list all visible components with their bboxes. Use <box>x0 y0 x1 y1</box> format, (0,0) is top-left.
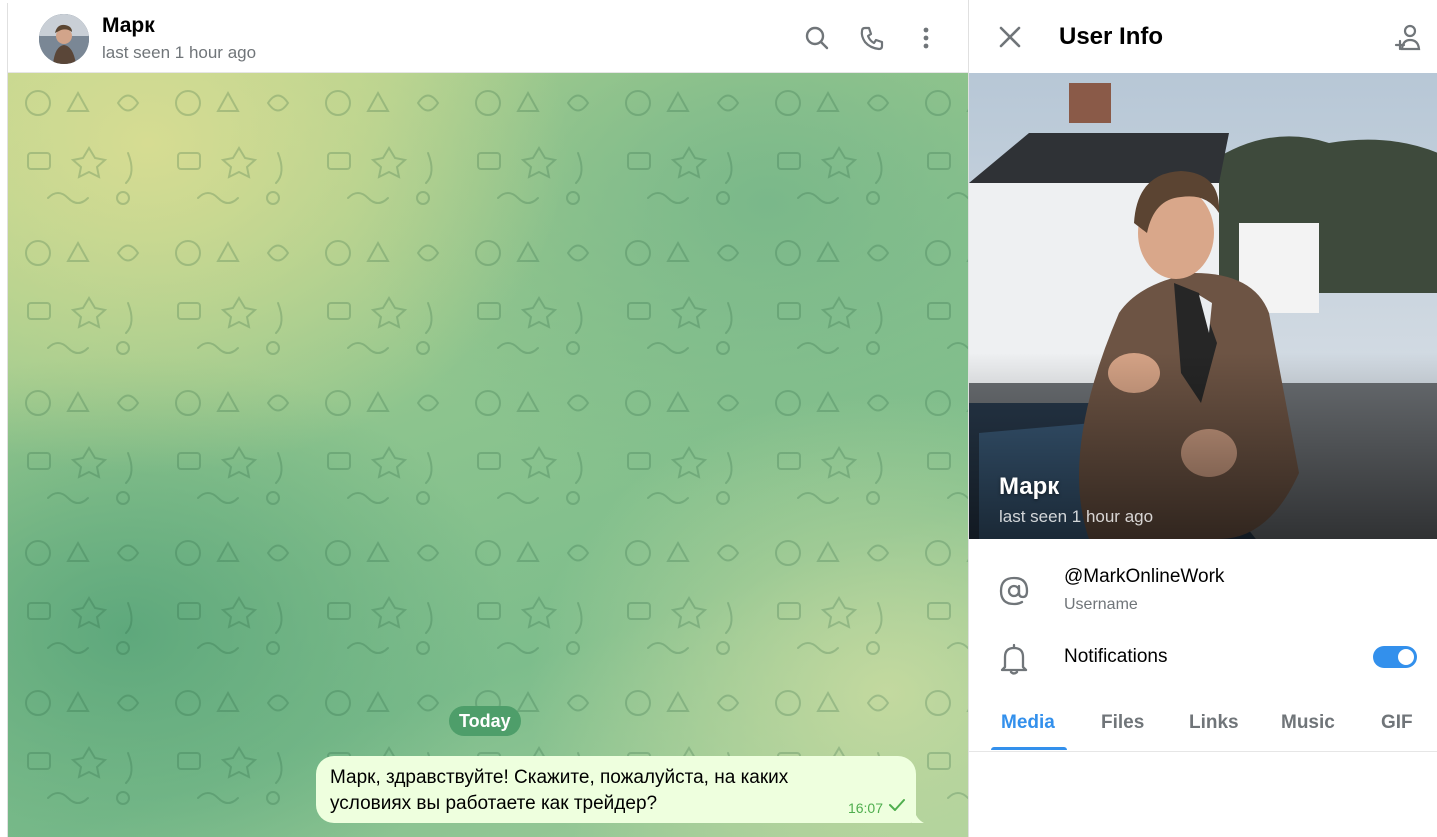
message-time: 16:07 <box>847 799 883 816</box>
notifications-row[interactable]: Notifications <box>969 632 1437 688</box>
chat-panel: Марк last seen 1 hour ago Today Марк, зд… <box>7 3 968 837</box>
shared-media-tabs: Media Files Links Music GIF <box>969 700 1437 752</box>
tab-links[interactable]: Links <box>1189 712 1239 734</box>
notifications-label: Notifications <box>1064 646 1168 667</box>
chat-background: Today Марк, здравствуйте! Скажите, пожал… <box>8 73 968 837</box>
date-separator: Today <box>449 706 521 736</box>
avatar[interactable] <box>39 14 89 64</box>
active-tab-indicator <box>991 747 1067 750</box>
chat-header[interactable]: Марк last seen 1 hour ago <box>8 3 968 73</box>
check-icon <box>888 798 906 817</box>
peer-status: last seen 1 hour ago <box>102 43 257 62</box>
user-info-panel: User Info Марк last seen 1 hour ago @Mar… <box>968 0 1437 837</box>
username-label: Username <box>1064 596 1138 613</box>
profile-photo[interactable]: Марк last seen 1 hour ago <box>969 73 1437 539</box>
search-icon[interactable] <box>802 23 832 53</box>
peer-name: Марк <box>102 14 155 37</box>
tab-music[interactable]: Music <box>1281 712 1335 734</box>
tab-files[interactable]: Files <box>1101 712 1144 734</box>
more-vertical-icon[interactable] <box>911 23 941 53</box>
username-value: @MarkOnlineWork <box>1064 566 1225 587</box>
message-meta: 16:07 <box>848 798 906 817</box>
message-text: Марк, здравствуйте! Скажите, пожалуйста,… <box>330 767 789 814</box>
toggle-knob <box>1396 647 1416 667</box>
telegram-web-app: Марк last seen 1 hour ago Today Марк, зд… <box>0 0 1437 837</box>
message-bubble[interactable]: Марк, здравствуйте! Скажите, пожалуйста,… <box>316 756 924 823</box>
photo-status: last seen 1 hour ago <box>999 507 1154 526</box>
bell-icon <box>997 642 1031 676</box>
at-icon <box>997 574 1031 608</box>
add-contact-icon[interactable] <box>1393 22 1423 52</box>
info-header: User Info <box>969 0 1437 73</box>
notifications-toggle[interactable] <box>1373 646 1417 668</box>
close-icon[interactable] <box>997 24 1023 50</box>
phone-icon[interactable] <box>857 23 887 53</box>
username-row[interactable]: @MarkOnlineWork Username <box>969 560 1437 630</box>
photo-name: Марк <box>999 473 1060 500</box>
tab-media[interactable]: Media <box>1001 712 1055 734</box>
bubble-tail <box>912 809 924 823</box>
info-title: User Info <box>1059 23 1164 50</box>
tab-gif[interactable]: GIF <box>1381 712 1413 734</box>
